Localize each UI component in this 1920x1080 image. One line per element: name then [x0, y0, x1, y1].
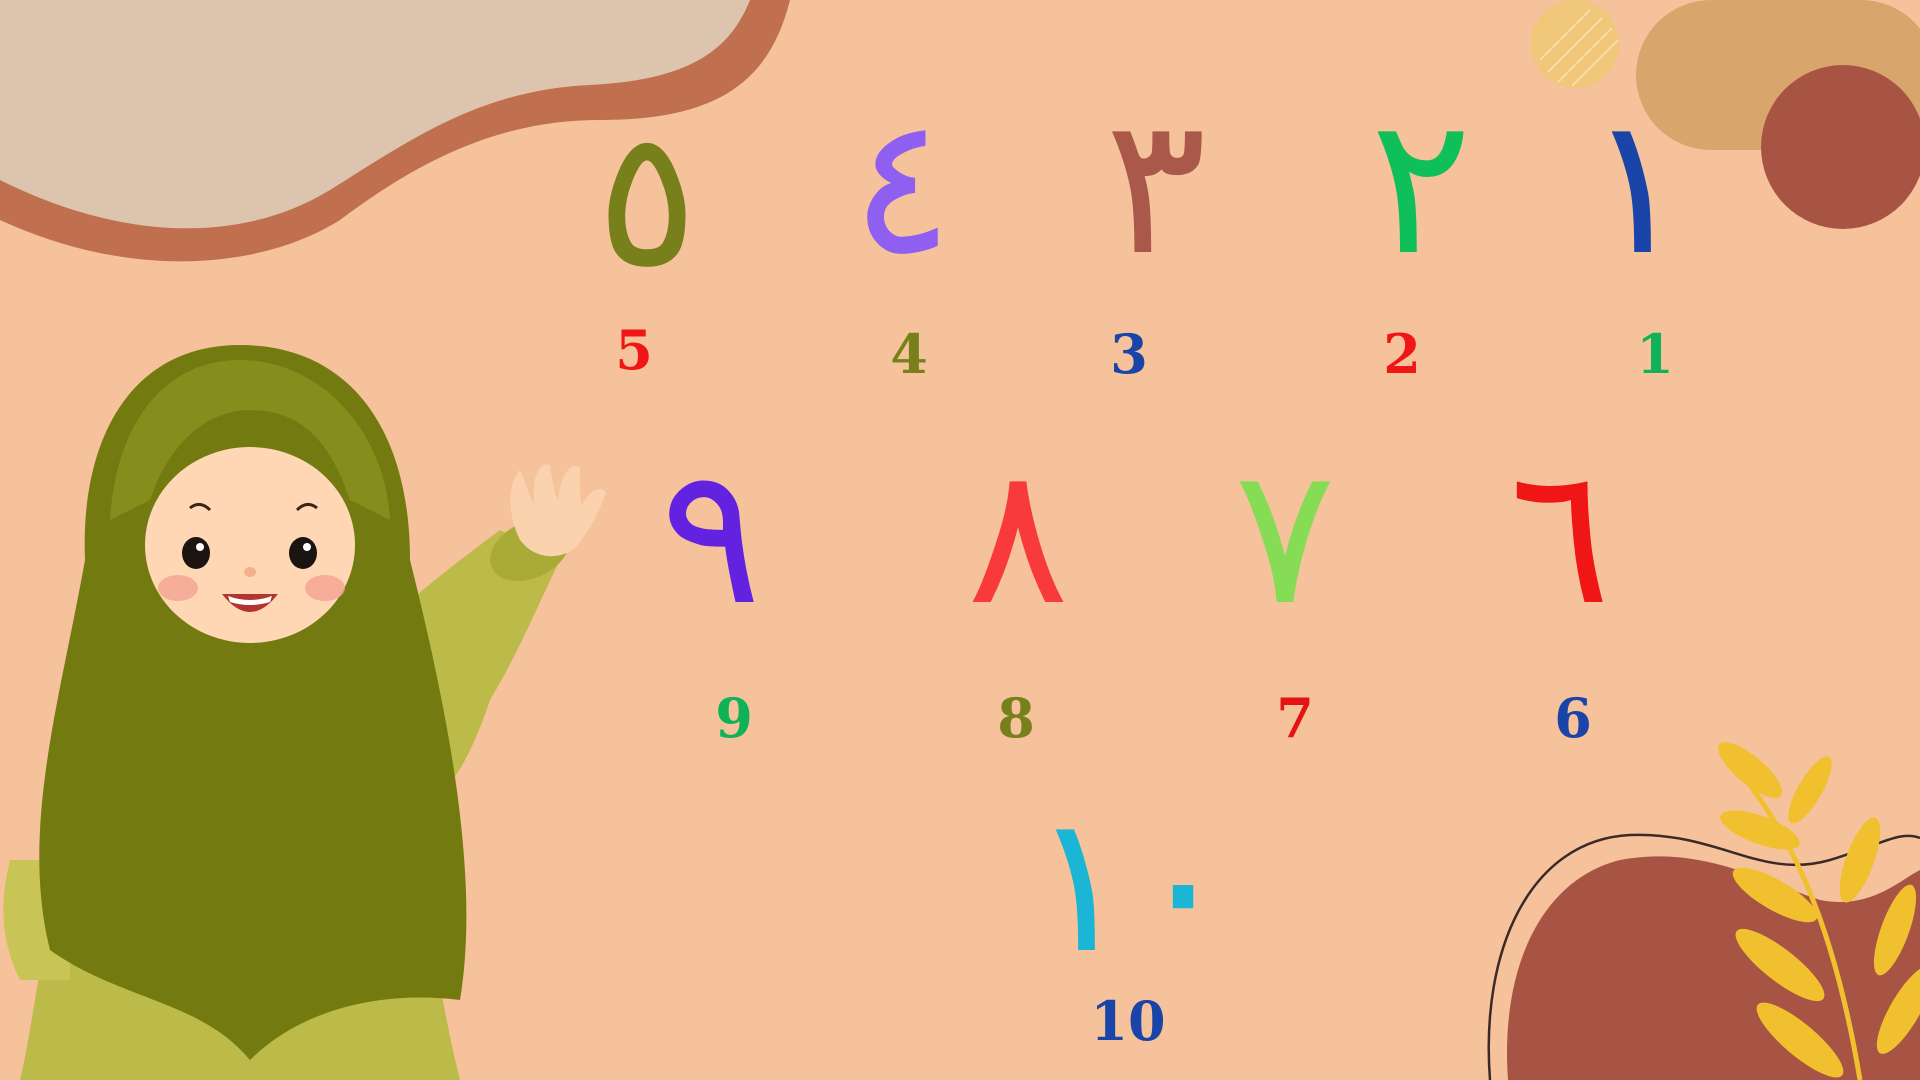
- girl-face: [145, 447, 355, 643]
- western-numeral-1: 1: [1636, 322, 1674, 386]
- arabic-numeral-5: ٥: [595, 89, 699, 310]
- western-numeral-4: 4: [890, 322, 928, 386]
- arabic-numeral-7: ٧: [1233, 426, 1337, 647]
- western-numeral-5: 5: [615, 318, 653, 382]
- western-numeral-3: 3: [1110, 322, 1148, 386]
- arabic-numeral-4: ٤: [850, 76, 954, 297]
- arabic-numeral-8: ٨: [966, 426, 1070, 647]
- arabic-numeral-1: ١: [1585, 76, 1689, 297]
- western-numeral-6: 6: [1554, 686, 1592, 750]
- western-numeral-7: 7: [1276, 686, 1314, 750]
- girl-right-eye: [289, 537, 317, 569]
- arabic-numeral-3: ٣: [1104, 76, 1208, 297]
- girl-left-eye: [182, 537, 210, 569]
- western-numeral-2: 2: [1383, 322, 1421, 386]
- western-numeral-9: 9: [715, 686, 753, 750]
- western-numeral-10: 10: [1090, 989, 1166, 1053]
- western-numeral-8: 8: [997, 686, 1035, 750]
- arabic-numeral-6: ٦: [1508, 426, 1612, 647]
- arabic-numeral-10: ١٠: [1029, 774, 1235, 995]
- arabic-numeral-2: ٢: [1369, 76, 1473, 297]
- girl-hand: [510, 464, 606, 557]
- arabic-numeral-9: ٩: [659, 426, 763, 647]
